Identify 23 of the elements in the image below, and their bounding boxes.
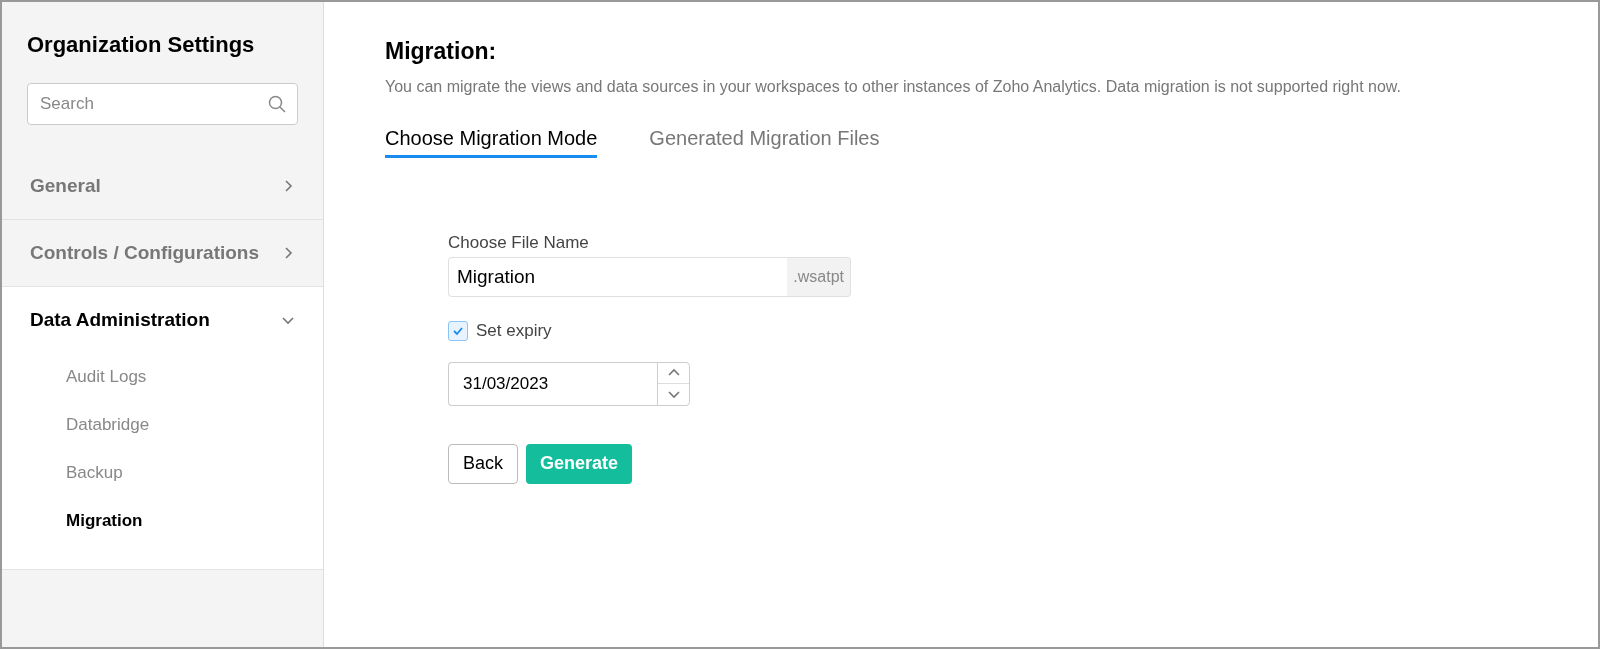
search-icon [268,95,286,113]
back-button[interactable]: Back [448,443,519,484]
date-field[interactable]: 31/03/2023 [448,361,657,406]
section-label: Controls / Configurations [30,240,260,265]
section-label: Data Administration [30,307,210,332]
sidebar-section-header[interactable]: Data Administration [2,287,323,353]
sidebar-section-header[interactable]: Controls / Configurations [2,220,323,286]
page-title: Migration: [385,37,498,66]
search-field[interactable]: Search [27,83,298,125]
checkbox[interactable] [448,320,468,341]
sidebar-item[interactable]: Backup [2,449,323,497]
page-description: You can migrate the views and data sources in your workspaces to other instances of Zoho Analytics. Data migration is not supported right now. [385,76,1402,97]
sidebar-item[interactable]: Migration [2,497,323,545]
generate-button[interactable]: Generate [526,443,633,484]
sidebar-section-header[interactable]: General [2,153,323,219]
section-label: General [30,173,101,198]
tab[interactable]: Choose Migration Mode [385,122,598,158]
sidebar-item[interactable]: Databridge [2,401,323,449]
tab[interactable]: Generated Migration Files [649,122,880,158]
sidebar-item[interactable]: Audit Logs [2,353,323,401]
sidebar-title: Organization Settings [26,31,256,59]
checkbox-label: Set expiry [476,320,552,342]
field-label: Choose File Name [448,231,590,254]
